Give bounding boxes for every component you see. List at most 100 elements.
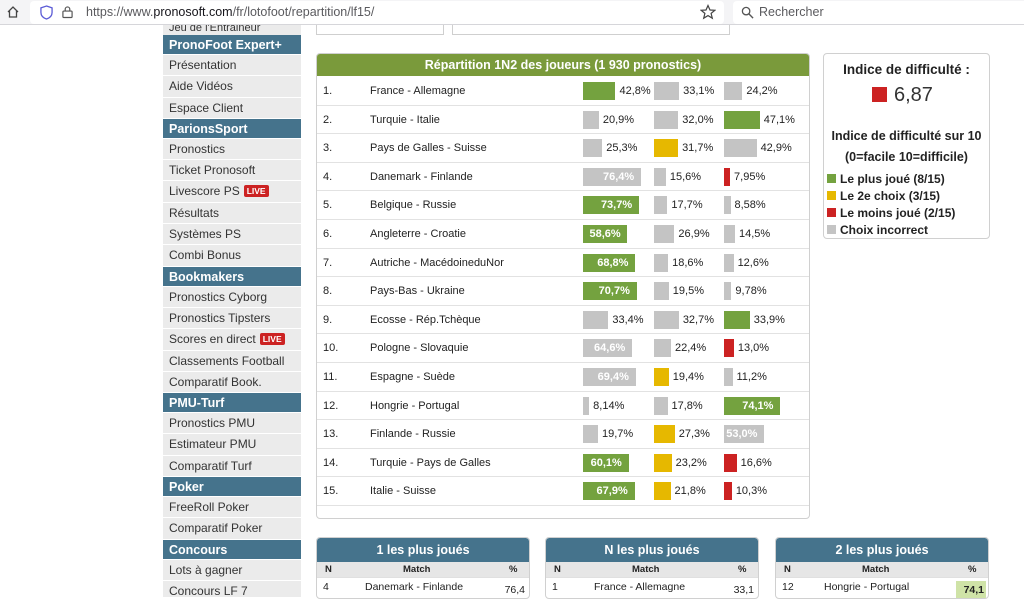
sidebar-item[interactable]: Livescore PS LIVE xyxy=(163,181,301,203)
pick-percent: 24,2% xyxy=(746,85,778,97)
sidebar-item[interactable]: Systèmes PS xyxy=(163,224,301,246)
sidebar-item-label: Pronostics Tipsters xyxy=(169,310,271,325)
sidebar-item-cut[interactable]: Jeu de l'Entraineur xyxy=(163,25,301,35)
pick-percent: 19,5% xyxy=(672,285,704,298)
sidebar-item[interactable]: Comparatif Turf xyxy=(163,455,301,478)
column-header: % xyxy=(968,564,977,575)
pick-bar xyxy=(724,167,731,186)
pick-percent: 22,4% xyxy=(675,342,707,355)
pick-bar xyxy=(724,282,732,301)
lock-icon[interactable] xyxy=(62,5,73,19)
match-number: 11. xyxy=(323,371,338,383)
table-row: 7. Autriche - MacédoineduNor 68,8% 18,6% 12,… xyxy=(317,249,809,278)
pick-bar xyxy=(654,196,668,215)
pick-percent: 42,9% xyxy=(760,142,792,155)
sidebar-section-header: ParionsSport xyxy=(163,118,301,139)
pick-percent: 76,4% xyxy=(603,170,635,183)
pick-cell: 7,95% xyxy=(724,167,790,187)
filter-select-right[interactable] xyxy=(452,25,730,35)
pick-cell: 70,7% xyxy=(583,281,649,301)
pick-percent: 31,7% xyxy=(682,142,714,155)
pick-bar xyxy=(654,282,669,301)
table-row: 4. Danemark - Finlande 76,4% 15,6% 7,95% xyxy=(317,163,809,192)
sidebar-item[interactable]: Espace Client xyxy=(163,97,301,119)
sidebar-item[interactable]: Pronostics PMU xyxy=(163,413,301,435)
sidebar-item[interactable]: Pronostics Tipsters xyxy=(163,307,301,330)
sidebar-item[interactable]: Présentation xyxy=(163,55,301,77)
sidebar-item[interactable]: Comparatif Book. xyxy=(163,371,301,394)
match-number: 9. xyxy=(323,313,333,326)
pick-percent: 7,95% xyxy=(734,170,766,183)
pick-percent: 58,6% xyxy=(589,228,621,240)
legend-swatch xyxy=(827,191,836,200)
pick-cell: 17,8% xyxy=(654,396,720,416)
difficulty-legend: Le plus joué (8/15) Le 2e choix (3/15) Le … xyxy=(827,171,955,239)
pick-cell: 33,4% xyxy=(583,310,649,330)
match-name: Turquie - Pays de Galles xyxy=(370,456,491,469)
pick-cell: 53,0% xyxy=(724,424,790,444)
match-number: 2. xyxy=(323,113,333,126)
pick-bar xyxy=(654,110,679,129)
sidebar-item[interactable]: Scores en direct LIVE xyxy=(163,329,301,351)
match-number: 13. xyxy=(323,428,339,441)
sidebar-item-label: Concours LF 7 xyxy=(169,583,248,597)
sidebar-item-label: Scores en direct xyxy=(169,332,256,347)
pick-cell: 18,6% xyxy=(654,253,720,273)
sidebar-item-label: Comparatif Book. xyxy=(169,374,262,389)
sidebar-item[interactable]: Comparatif Poker xyxy=(163,518,301,540)
sidebar-item[interactable]: Aide Vidéos xyxy=(163,76,301,98)
sidebar-item[interactable]: Estimateur PMU xyxy=(163,434,301,456)
pick-bar xyxy=(583,110,599,129)
pick-percent: 33,4% xyxy=(612,313,644,326)
pick-cell: 74,1% xyxy=(724,396,790,416)
row-match: Hongrie - Portugal xyxy=(824,581,910,593)
pick-bar xyxy=(724,110,760,129)
difficulty-panel: Indice de difficulté : 6,87 Indice de di… xyxy=(823,53,990,239)
pick-bar xyxy=(583,425,598,444)
pick-percent: 17,8% xyxy=(671,399,703,412)
pick-cell: 68,8% xyxy=(583,253,649,273)
pick-bar xyxy=(654,225,675,243)
pick-percent: 19,4% xyxy=(672,371,704,383)
sidebar-item[interactable]: Concours LF 7 xyxy=(163,580,301,597)
sidebar-item[interactable]: Lots à gagner xyxy=(163,559,301,581)
address-bar[interactable]: https://www.pronosoft.com/fr/lotofoot/re… xyxy=(30,1,724,24)
shield-icon[interactable] xyxy=(40,5,53,20)
sidebar-item[interactable]: Ticket Pronosoft xyxy=(163,160,301,182)
sidebar-section-header: PronoFoot Expert+ xyxy=(163,35,301,55)
column-header: % xyxy=(509,564,518,575)
sidebar-item[interactable]: Classements Football xyxy=(163,350,301,372)
match-name: Angleterre - Croatie xyxy=(370,228,466,240)
pick-bar xyxy=(724,82,743,100)
sidebar-item-label: Ticket Pronosoft xyxy=(169,163,256,178)
search-bar[interactable]: Rechercher xyxy=(733,1,1024,24)
pick-percent: 33,9% xyxy=(753,313,785,326)
match-name: Turquie - Italie xyxy=(370,113,440,126)
pick-cell: 33,1% xyxy=(654,81,720,101)
match-number: 15. xyxy=(323,485,339,498)
sidebar-item-label: Comparatif Turf xyxy=(169,458,252,473)
column-header: Match xyxy=(403,564,431,575)
sidebar-item-label: Systèmes PS xyxy=(169,227,242,242)
sidebar-item[interactable]: Combi Bonus xyxy=(163,245,301,267)
sidebar-item[interactable]: FreeRoll Poker xyxy=(163,497,301,519)
difficulty-title: Indice de difficulté : xyxy=(843,62,970,77)
pick-cell: 60,1% xyxy=(583,453,649,473)
sidebar-item[interactable]: Résultats xyxy=(163,202,301,225)
sidebar-section-header: Bookmakers xyxy=(163,266,301,287)
pick-percent: 64,6% xyxy=(594,342,626,355)
search-icon xyxy=(741,6,754,19)
difficulty-subtitle: Indice de difficulté sur 10 (0=facile 10=… xyxy=(831,129,982,164)
column-header: Match xyxy=(632,564,660,575)
match-number: 12. xyxy=(323,399,339,412)
bookmark-star-icon[interactable] xyxy=(700,4,716,20)
home-icon[interactable] xyxy=(6,5,20,19)
sidebar-item[interactable]: Pronostics xyxy=(163,138,301,161)
pick-cell: 19,7% xyxy=(583,424,649,444)
pick-cell: 19,4% xyxy=(654,367,720,387)
pick-cell: 47,1% xyxy=(724,110,795,130)
sidebar-section-header: Poker xyxy=(163,477,301,498)
sidebar-item[interactable]: Pronostics Cyborg xyxy=(163,286,301,308)
pick-cell: 32,0% xyxy=(654,110,720,130)
filter-select-left[interactable] xyxy=(316,25,444,35)
